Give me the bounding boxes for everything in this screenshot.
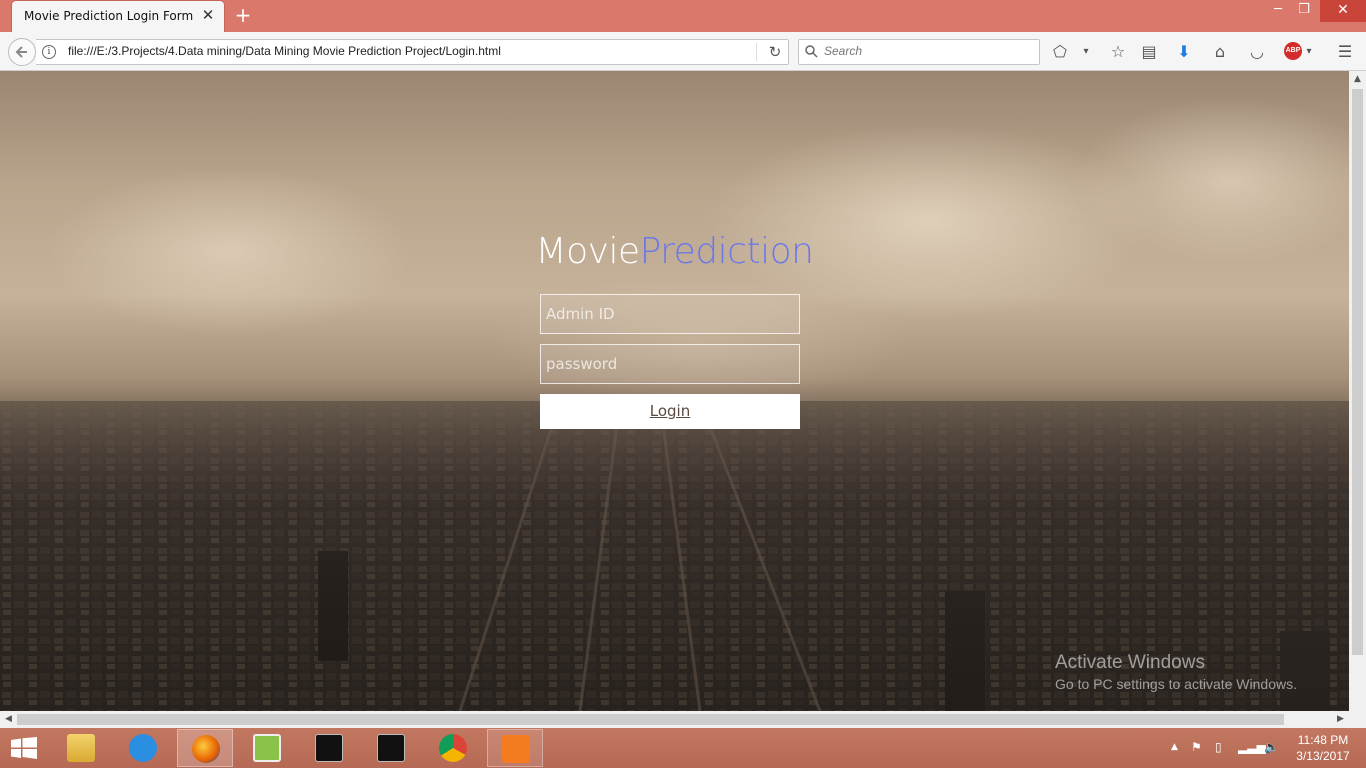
search-icon	[805, 45, 818, 58]
password-input[interactable]	[541, 345, 799, 383]
browser-navbar: i file:///E:/3.Projects/4.Data mining/Da…	[0, 32, 1366, 71]
window-close-icon[interactable]: ✕	[1320, 0, 1366, 22]
horizontal-scrollbar[interactable]: ◀ ▶	[0, 711, 1349, 728]
pocket-icon[interactable]: ◡	[1247, 42, 1267, 62]
battery-icon[interactable]: ▯	[1215, 740, 1222, 754]
scroll-up-icon[interactable]: ▲	[1349, 71, 1366, 88]
new-tab-button[interactable]: +	[233, 5, 253, 26]
tab-close-icon[interactable]: ✕	[200, 7, 216, 23]
taskbar-chrome[interactable]	[425, 729, 481, 767]
taskbar-command-prompt-1[interactable]	[301, 729, 357, 767]
title-prediction: Prediction	[639, 231, 814, 272]
minimize-icon[interactable]: ─	[1266, 0, 1290, 22]
terminal-icon	[377, 734, 405, 762]
terminal-icon	[315, 734, 343, 762]
vertical-scrollbar[interactable]: ▲	[1349, 71, 1366, 711]
volume-icon[interactable]: 🔈	[1264, 740, 1279, 754]
activate-subtitle: Go to PC settings to activate Windows.	[1055, 676, 1297, 692]
browser-tab[interactable]: Movie Prediction Login Form ✕	[12, 1, 224, 32]
password-field[interactable]	[540, 344, 800, 384]
page-viewport: MoviePrediction Login Activate Windows G…	[0, 71, 1349, 711]
scrollbar-corner	[1349, 711, 1366, 728]
vertical-scroll-thumb[interactable]	[1352, 89, 1363, 655]
tray-overflow-icon[interactable]: ▲	[1171, 742, 1178, 752]
bookmark-star-icon[interactable]: ☆	[1108, 42, 1128, 62]
admin-id-input[interactable]	[541, 295, 799, 333]
restore-icon[interactable]: ❐	[1292, 0, 1316, 22]
title-movie: Movie	[535, 231, 641, 272]
activate-title: Activate Windows	[1055, 652, 1205, 673]
firefox-icon	[192, 735, 220, 763]
reading-list-icon[interactable]: ▤	[1139, 42, 1159, 62]
taskbar-file-explorer[interactable]	[53, 729, 109, 767]
menu-icon[interactable]: ☰	[1335, 42, 1355, 62]
horizontal-scroll-thumb[interactable]	[17, 714, 1284, 725]
home-icon[interactable]: ⌂	[1210, 42, 1230, 62]
search-bar[interactable]: Search	[798, 39, 1040, 65]
clock-time: 11:48 PM	[1297, 733, 1349, 747]
taskbar-presentation-app[interactable]	[487, 729, 543, 767]
sync-icon	[129, 734, 157, 762]
folder-icon	[67, 734, 95, 762]
taskbar-sync-app[interactable]	[115, 729, 171, 767]
presentation-icon	[502, 735, 530, 763]
taskbar-notepad-plus-plus[interactable]	[239, 729, 295, 767]
activate-windows-watermark: Activate Windows Go to PC settings to ac…	[1055, 652, 1297, 692]
taskbar-command-prompt-2[interactable]	[363, 729, 419, 767]
back-arrow-icon	[15, 46, 27, 58]
clock-date: 3/13/2017	[1296, 749, 1350, 763]
search-placeholder: Search	[824, 44, 863, 58]
system-clock[interactable]: 11:48 PM 3/13/2017	[1290, 732, 1356, 764]
chrome-icon	[439, 734, 467, 762]
notepad-icon	[253, 734, 281, 762]
scroll-right-icon[interactable]: ▶	[1332, 711, 1349, 728]
windows-taskbar: ▲ ⚑ ▯ ▂▃▅ 🔈 11:48 PM 3/13/2017	[0, 728, 1366, 768]
info-icon[interactable]: i	[42, 45, 56, 59]
login-button[interactable]: Login	[540, 394, 800, 429]
dropdown-icon[interactable]: ▾	[1076, 42, 1096, 62]
taskbar-firefox[interactable]	[177, 729, 233, 767]
reload-icon[interactable]: ↻	[766, 43, 784, 61]
page-title: MoviePrediction	[0, 231, 1349, 272]
windows-start-icon[interactable]	[11, 737, 37, 759]
hello-icon[interactable]: ⬠	[1050, 42, 1070, 62]
action-center-flag-icon[interactable]: ⚑	[1191, 740, 1202, 754]
url-text[interactable]: file:///E:/3.Projects/4.Data mining/Data…	[68, 44, 501, 58]
browser-titlebar: Movie Prediction Login Form ✕ + ─ ❐ ✕	[0, 0, 1366, 32]
download-icon[interactable]: ⬇	[1174, 42, 1194, 62]
tab-title: Movie Prediction Login Form	[24, 9, 194, 23]
admin-id-field[interactable]	[540, 294, 800, 334]
address-bar[interactable]: i file:///E:/3.Projects/4.Data mining/Da…	[36, 39, 789, 65]
scroll-left-icon[interactable]: ◀	[0, 711, 17, 728]
back-button[interactable]	[8, 38, 36, 66]
network-icon[interactable]: ▂▃▅	[1238, 740, 1266, 754]
url-divider	[756, 43, 757, 61]
adblock-dropdown-icon[interactable]: ▾	[1299, 42, 1319, 62]
